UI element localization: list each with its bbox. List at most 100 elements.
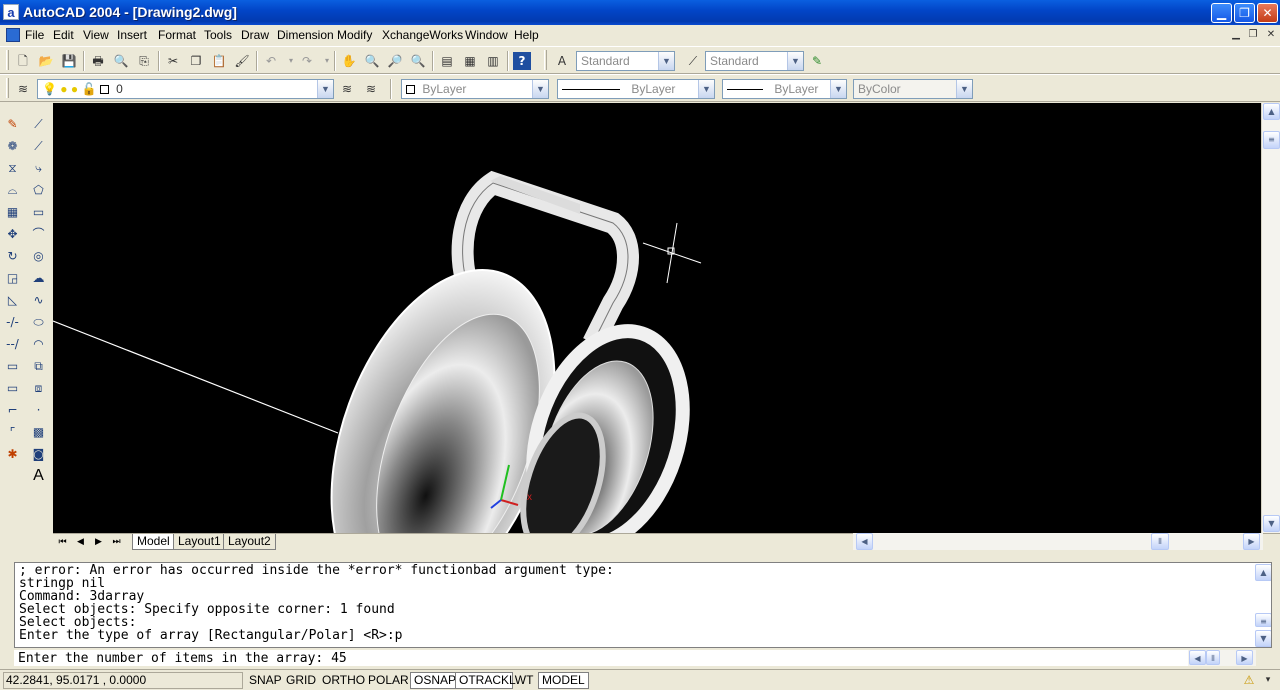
color-select[interactable]: ByLayer ▼ — [401, 79, 549, 99]
make-block-icon[interactable]: ⧈ — [29, 379, 48, 398]
scroll-right-icon[interactable]: ▶ — [1243, 533, 1260, 550]
command-line-input[interactable]: Enter the number of items in the array: … — [14, 650, 1188, 666]
dim-style-icon[interactable]: ⟋ — [684, 52, 702, 70]
print-preview-icon[interactable]: 🔍 — [112, 52, 130, 70]
trim-icon[interactable]: -/- — [3, 313, 22, 332]
light-bulb-icon[interactable]: 💡 — [42, 82, 57, 96]
offset-icon[interactable]: ⌓ — [3, 181, 22, 200]
tab-layout1[interactable]: Layout1 — [173, 534, 226, 550]
paste-icon[interactable]: 📋 — [210, 52, 228, 70]
doc-minimize-button[interactable]: ▁ — [1228, 28, 1244, 42]
redo-icon[interactable]: ↷ — [298, 52, 316, 70]
restore-button[interactable]: ❐ — [1234, 3, 1255, 23]
new-icon[interactable]: 🗋 — [14, 52, 32, 70]
chevron-down-icon[interactable]: ▼ — [698, 80, 714, 98]
minimize-button[interactable]: ▁ — [1211, 3, 1232, 23]
doc-close-button[interactable]: ✕ — [1263, 28, 1279, 42]
explode-icon[interactable]: ✱ — [3, 445, 22, 464]
match-properties-icon[interactable]: 🖌 — [233, 52, 251, 70]
layer-previous-icon[interactable]: ≋ — [362, 80, 380, 98]
plot-style-select[interactable]: ByColor ▼ — [853, 79, 973, 99]
menu-dimension[interactable]: Dimension — [277, 28, 334, 42]
insert-block-icon[interactable]: ⧉ — [29, 357, 48, 376]
menu-draw[interactable]: Draw — [241, 28, 269, 42]
lock-icon[interactable]: 🔓 — [81, 82, 96, 96]
help-icon[interactable]: ? — [513, 52, 531, 70]
text-style-select[interactable]: Standard ▼ — [576, 51, 675, 71]
circle-icon[interactable]: ◎ — [29, 247, 48, 266]
tool-palettes-icon[interactable]: ▥ — [484, 52, 502, 70]
zoom-realtime-icon[interactable]: 🔍 — [363, 52, 381, 70]
scroll-up-icon[interactable]: ▲ — [1263, 103, 1280, 120]
scroll-down-icon[interactable]: ▼ — [1255, 630, 1271, 647]
chevron-down-icon[interactable]: ▼ — [532, 80, 548, 98]
revision-cloud-icon[interactable]: ☁ — [29, 269, 48, 288]
menu-tools[interactable]: Tools — [204, 28, 232, 42]
drawing-canvas[interactable]: x — [53, 103, 1261, 533]
design-center-icon[interactable]: ▦ — [461, 52, 479, 70]
zoom-window-icon[interactable]: 🔎 — [386, 52, 404, 70]
lwt-toggle[interactable]: LWT — [505, 672, 537, 689]
xchangeworks-icon[interactable]: ✎ — [808, 52, 826, 70]
break-at-point-icon[interactable]: ▭ — [3, 379, 22, 398]
copy-object-icon[interactable]: ❁ — [3, 137, 22, 156]
scroll-down-icon[interactable]: ▼ — [1263, 515, 1280, 532]
polygon-icon[interactable]: ⬠ — [29, 181, 48, 200]
menu-modify[interactable]: Modify — [337, 28, 372, 42]
chevron-down-icon[interactable]: ▼ — [830, 80, 846, 98]
publish-icon[interactable]: ⎘ — [135, 52, 153, 70]
rectangle-icon[interactable]: ▭ — [29, 203, 48, 222]
undo-icon[interactable]: ↶ — [262, 52, 280, 70]
chevron-down-icon[interactable]: ▼ — [956, 80, 972, 98]
toolbar-grip[interactable] — [544, 50, 547, 70]
chevron-down-icon[interactable]: ▼ — [787, 52, 803, 70]
scale-icon[interactable]: ◲ — [3, 269, 22, 288]
menu-xchangeworks[interactable]: XchangeWorks — [382, 28, 463, 42]
point-icon[interactable]: · — [29, 401, 48, 420]
region-icon[interactable]: ◙ — [29, 445, 48, 464]
print-icon[interactable]: 🖶 — [89, 52, 107, 70]
vertical-scroll-thumb[interactable]: ≡ — [1255, 613, 1271, 627]
hatch-icon[interactable]: ▩ — [29, 423, 48, 442]
scroll-right-icon[interactable]: ▶ — [1236, 650, 1253, 665]
text-style-icon[interactable]: A — [553, 52, 571, 70]
rotate-icon[interactable]: ↻ — [3, 247, 22, 266]
menu-view[interactable]: View — [83, 28, 109, 42]
close-button[interactable]: ✕ — [1257, 3, 1278, 23]
osnap-toggle[interactable]: OSNAP — [410, 672, 461, 689]
toolbar-grip[interactable] — [6, 50, 9, 70]
cut-icon[interactable]: ✂ — [164, 52, 182, 70]
layer-manager-icon[interactable]: ≋ — [14, 80, 32, 98]
lineweight-select[interactable]: ByLayer ▼ — [722, 79, 847, 99]
ellipse-arc-icon[interactable]: ◠ — [29, 335, 48, 354]
horizontal-scroll-thumb[interactable]: ⦀ — [1206, 650, 1220, 665]
vertical-scroll-thumb[interactable]: ≡ — [1263, 131, 1280, 149]
dim-style-select[interactable]: Standard ▼ — [705, 51, 804, 71]
chevron-down-icon[interactable]: ▾ — [1259, 671, 1277, 689]
menu-help[interactable]: Help — [514, 28, 539, 42]
chevron-down-icon[interactable]: ▼ — [317, 80, 333, 98]
coordinate-display[interactable]: 42.2841, 95.0171 , 0.0000 — [3, 672, 243, 689]
communication-center-icon[interactable]: ⚠ — [1240, 671, 1258, 689]
scroll-left-icon[interactable]: ◀ — [856, 533, 873, 550]
multiline-text-icon[interactable]: A — [29, 467, 48, 486]
polyline-icon[interactable]: ⤷ — [29, 159, 48, 178]
document-icon[interactable] — [6, 28, 20, 42]
vertical-scrollbar[interactable]: ▲ ≡ ▼ — [1261, 103, 1280, 533]
chevron-down-icon[interactable]: ▼ — [658, 52, 674, 70]
ellipse-icon[interactable]: ⬭ — [29, 313, 48, 332]
horizontal-scrollbar[interactable]: ◀ ⦀ ▶ — [853, 533, 1263, 550]
open-icon[interactable]: 📂 — [37, 52, 55, 70]
pan-icon[interactable]: ✋ — [340, 52, 358, 70]
spline-icon[interactable]: ∿ — [29, 291, 48, 310]
scroll-up-icon[interactable]: ▲ — [1255, 564, 1271, 581]
menu-insert[interactable]: Insert — [117, 28, 147, 42]
fillet-icon[interactable]: ⌜ — [3, 423, 22, 442]
scroll-left-icon[interactable]: ◀ — [1189, 650, 1206, 665]
ortho-toggle[interactable]: ORTHO — [318, 672, 369, 689]
freeze-icon[interactable]: ● — [71, 82, 78, 96]
polar-toggle[interactable]: POLAR — [364, 672, 413, 689]
menu-file[interactable]: File — [25, 28, 44, 42]
toolbar-grip[interactable] — [6, 78, 9, 98]
command-horizontal-scrollbar[interactable]: ◀ ⦀ ▶ — [1188, 650, 1256, 666]
